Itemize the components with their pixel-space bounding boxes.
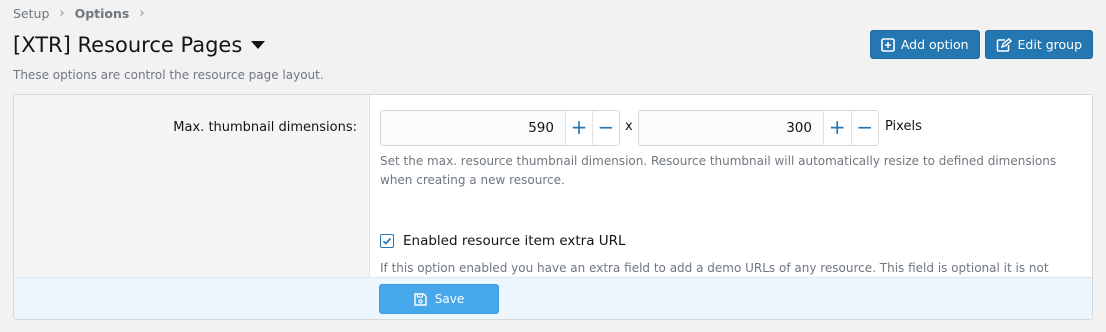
breadcrumb-separator: › bbox=[59, 6, 65, 21]
header-actions: Add option Edit group bbox=[869, 30, 1093, 59]
height-increment-button[interactable]: + bbox=[823, 111, 851, 145]
thumbnail-hint: Set the max. resource thumbnail dimensio… bbox=[380, 154, 1057, 187]
breadcrumb-separator: › bbox=[139, 6, 145, 21]
thumbnail-dimensions-label: Max. thumbnail dimensions: bbox=[173, 120, 357, 135]
page-title: [XTR] Resource Pages bbox=[13, 33, 243, 57]
dimension-separator: x bbox=[625, 119, 633, 134]
edit-icon bbox=[996, 37, 1012, 52]
thumbnail-height-input[interactable] bbox=[639, 111, 823, 145]
page-description: These options are control the resource p… bbox=[13, 68, 324, 82]
thumbnail-width-input[interactable] bbox=[381, 111, 565, 145]
edit-group-label: Edit group bbox=[1017, 37, 1082, 52]
breadcrumb-setup[interactable]: Setup bbox=[13, 6, 49, 21]
height-decrement-button[interactable]: − bbox=[850, 111, 878, 145]
extra-url-checkbox[interactable] bbox=[380, 234, 394, 248]
form-footer: Save bbox=[14, 277, 1092, 319]
edit-group-button[interactable]: Edit group bbox=[984, 30, 1093, 59]
label-column: Max. thumbnail dimensions: bbox=[14, 95, 370, 277]
save-button[interactable]: Save bbox=[379, 284, 499, 314]
add-option-button[interactable]: Add option bbox=[869, 30, 980, 59]
breadcrumb: Setup › Options › bbox=[13, 6, 155, 21]
thumbnail-width-stepper: + − bbox=[380, 110, 620, 146]
width-increment-button[interactable]: + bbox=[565, 111, 592, 145]
title-row: [XTR] Resource Pages bbox=[13, 33, 266, 57]
plus-square-icon bbox=[881, 37, 895, 52]
unit-label: Pixels bbox=[885, 119, 922, 134]
breadcrumb-options[interactable]: Options bbox=[75, 6, 130, 21]
extra-url-option[interactable]: Enabled resource item extra URL bbox=[380, 233, 626, 249]
thumbnail-height-stepper: + − bbox=[638, 110, 879, 146]
extra-url-label: Enabled resource item extra URL bbox=[403, 233, 626, 249]
caret-down-icon[interactable] bbox=[251, 41, 266, 49]
add-option-label: Add option bbox=[900, 37, 969, 52]
options-panel: Max. thumbnail dimensions: + − x + − Pix… bbox=[13, 94, 1093, 320]
save-label: Save bbox=[434, 292, 465, 306]
checkmark-icon bbox=[382, 237, 392, 245]
width-decrement-button[interactable]: − bbox=[592, 111, 619, 145]
save-icon bbox=[414, 292, 427, 306]
